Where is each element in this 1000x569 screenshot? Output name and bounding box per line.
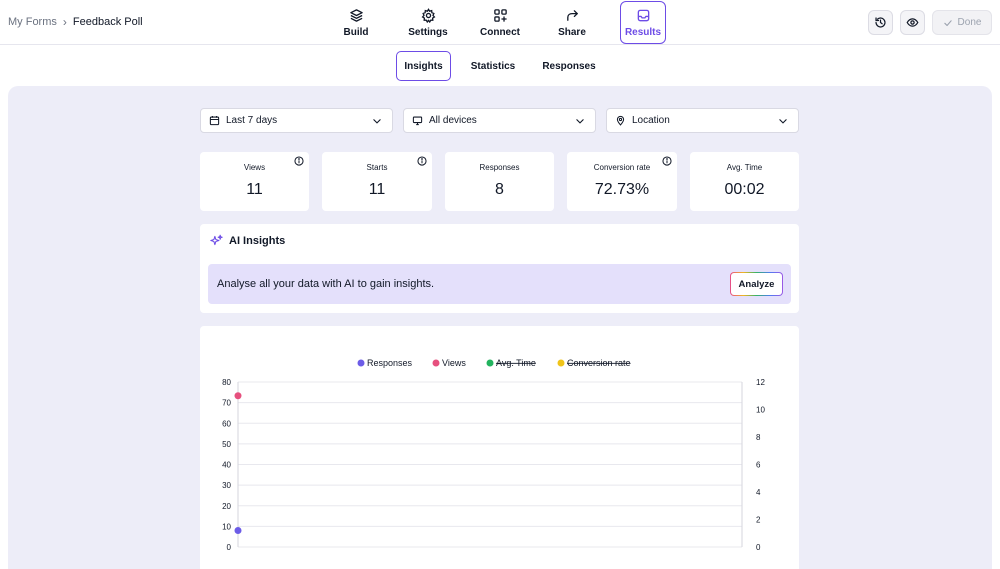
results-sub-tabs: Insights Statistics Responses (0, 51, 1000, 81)
device-filter[interactable]: All devices (403, 108, 596, 133)
sub-tab-insights[interactable]: Insights (396, 51, 451, 81)
history-button[interactable] (868, 10, 893, 35)
stat-label: Responses (479, 163, 520, 172)
y-right-tick-label: 12 (756, 378, 765, 387)
stat-value: 00:02 (724, 181, 765, 198)
device-filter-label: All devices (429, 115, 477, 126)
stat-value: 8 (495, 181, 504, 198)
inbox-icon (637, 9, 649, 21)
legend-item-label: Avg. Time (496, 358, 536, 368)
ai-insights-title: AI Insights (210, 234, 285, 247)
y-left-tick-label: 10 (222, 522, 231, 531)
sparkles-icon (210, 234, 223, 246)
location-pin-icon (616, 115, 625, 126)
stat-label: Avg. Time (726, 163, 763, 172)
ai-insights-heading: AI Insights (229, 234, 286, 247)
nav-tab-settings-label: Settings (408, 26, 448, 38)
y-left-tick-label: 0 (227, 543, 232, 552)
data-point-views (234, 392, 242, 400)
gear-icon (421, 7, 435, 23)
location-filter-label: Location (632, 115, 670, 126)
ai-insights-message: Analyse all your data with AI to gain in… (217, 278, 435, 290)
nav-tab-share-label: Share (558, 26, 586, 38)
ai-insights-card: AI Insights Analyse all your data with A… (200, 224, 799, 313)
y-left-tick-label: 70 (222, 399, 231, 408)
history-icon (875, 17, 886, 28)
nav-tab-results-label: Results (624, 26, 662, 38)
top-bar: My Forms › Feedback Poll Build Settings … (0, 0, 1000, 45)
done-button[interactable]: Done (932, 10, 992, 35)
insights-panel: Last 7 days All devices Location Views 1… (8, 86, 992, 569)
stat-card-starts: Starts 11 (322, 152, 432, 211)
header-actions: Done (868, 10, 992, 35)
ai-insights-banner: Analyse all your data with AI to gain in… (208, 264, 791, 304)
location-filter[interactable]: Location (606, 108, 799, 133)
check-icon (943, 19, 952, 26)
nav-tab-results[interactable]: Results (620, 1, 666, 44)
analyze-button[interactable]: Analyze (730, 272, 783, 296)
stat-label: Views (243, 163, 266, 172)
preview-button[interactable] (900, 10, 925, 35)
y-right-tick-label: 0 (756, 543, 761, 552)
stat-value: 11 (246, 181, 263, 198)
legend-item-label: Conversion rate (567, 358, 631, 368)
stat-card-avg-time: Avg. Time 00:02 (690, 152, 799, 211)
y-left-tick-label: 20 (222, 502, 231, 511)
stat-label: Conversion rate (593, 163, 651, 172)
breadcrumb-current: Feedback Poll (72, 16, 143, 28)
date-range-filter[interactable]: Last 7 days (200, 108, 393, 133)
date-range-label: Last 7 days (226, 115, 278, 126)
y-left-tick-label: 80 (222, 378, 231, 387)
stat-value: 11 (368, 181, 386, 198)
stat-card-conversion-rate: Conversion rate 72.73% (567, 152, 677, 211)
stat-value: 72.73% (594, 181, 650, 198)
nav-tab-connect[interactable]: Connect (474, 0, 526, 45)
done-button-label: Done (957, 17, 982, 28)
legend-item-label: Responses (367, 358, 413, 368)
sub-tab-statistics[interactable]: Statistics (466, 51, 520, 81)
monitor-icon (412, 116, 423, 126)
chevron-down-icon (373, 119, 381, 124)
legend-swatch (357, 359, 365, 367)
stat-card-views: Views 11 (200, 152, 309, 211)
nav-tab-settings[interactable]: Settings (402, 0, 454, 45)
sub-tab-responses[interactable]: Responses (538, 51, 600, 81)
y-right-tick-label: 2 (756, 516, 761, 525)
nav-tab-connect-label: Connect (480, 26, 520, 38)
y-right-tick-label: 10 (756, 406, 765, 415)
eye-icon (906, 18, 919, 27)
breadcrumb-separator: › (62, 15, 67, 29)
grid-plus-icon (493, 8, 507, 22)
chevron-down-icon (576, 119, 584, 124)
info-icon[interactable] (417, 156, 427, 166)
y-left-tick-label: 60 (222, 419, 231, 428)
results-chart: Responses Views Avg. Time Conversion rate 0 1… (222, 358, 765, 552)
y-left-tick-label: 40 (222, 461, 231, 470)
chevron-down-icon (779, 119, 787, 124)
y-right-tick-label: 4 (756, 488, 761, 497)
nav-tab-build[interactable]: Build (335, 0, 377, 45)
nav-tab-share[interactable]: Share (551, 0, 593, 45)
breadcrumb: My Forms › Feedback Poll (8, 15, 143, 29)
share-arrow-icon (566, 9, 578, 21)
y-left-tick-label: 50 (222, 440, 231, 449)
legend-swatch (432, 359, 440, 367)
stat-label: Starts (366, 163, 388, 172)
legend-swatch (557, 359, 565, 367)
layers-icon (349, 8, 363, 22)
stat-card-responses: Responses 8 (445, 152, 554, 211)
nav-tab-build-label: Build (343, 26, 369, 38)
legend-item-label: Views (442, 358, 466, 368)
legend-swatch (486, 359, 494, 367)
info-icon[interactable] (294, 156, 304, 166)
y-right-tick-label: 8 (756, 433, 761, 442)
info-icon[interactable] (662, 156, 672, 166)
calendar-icon (209, 116, 220, 126)
results-chart-card: Responses Views Avg. Time Conversion rate 0 1… (200, 326, 799, 569)
data-point-responses (234, 527, 242, 534)
y-left-tick-label: 30 (222, 481, 231, 490)
breadcrumb-my-forms[interactable]: My Forms (8, 16, 57, 28)
y-right-tick-label: 6 (756, 461, 761, 470)
